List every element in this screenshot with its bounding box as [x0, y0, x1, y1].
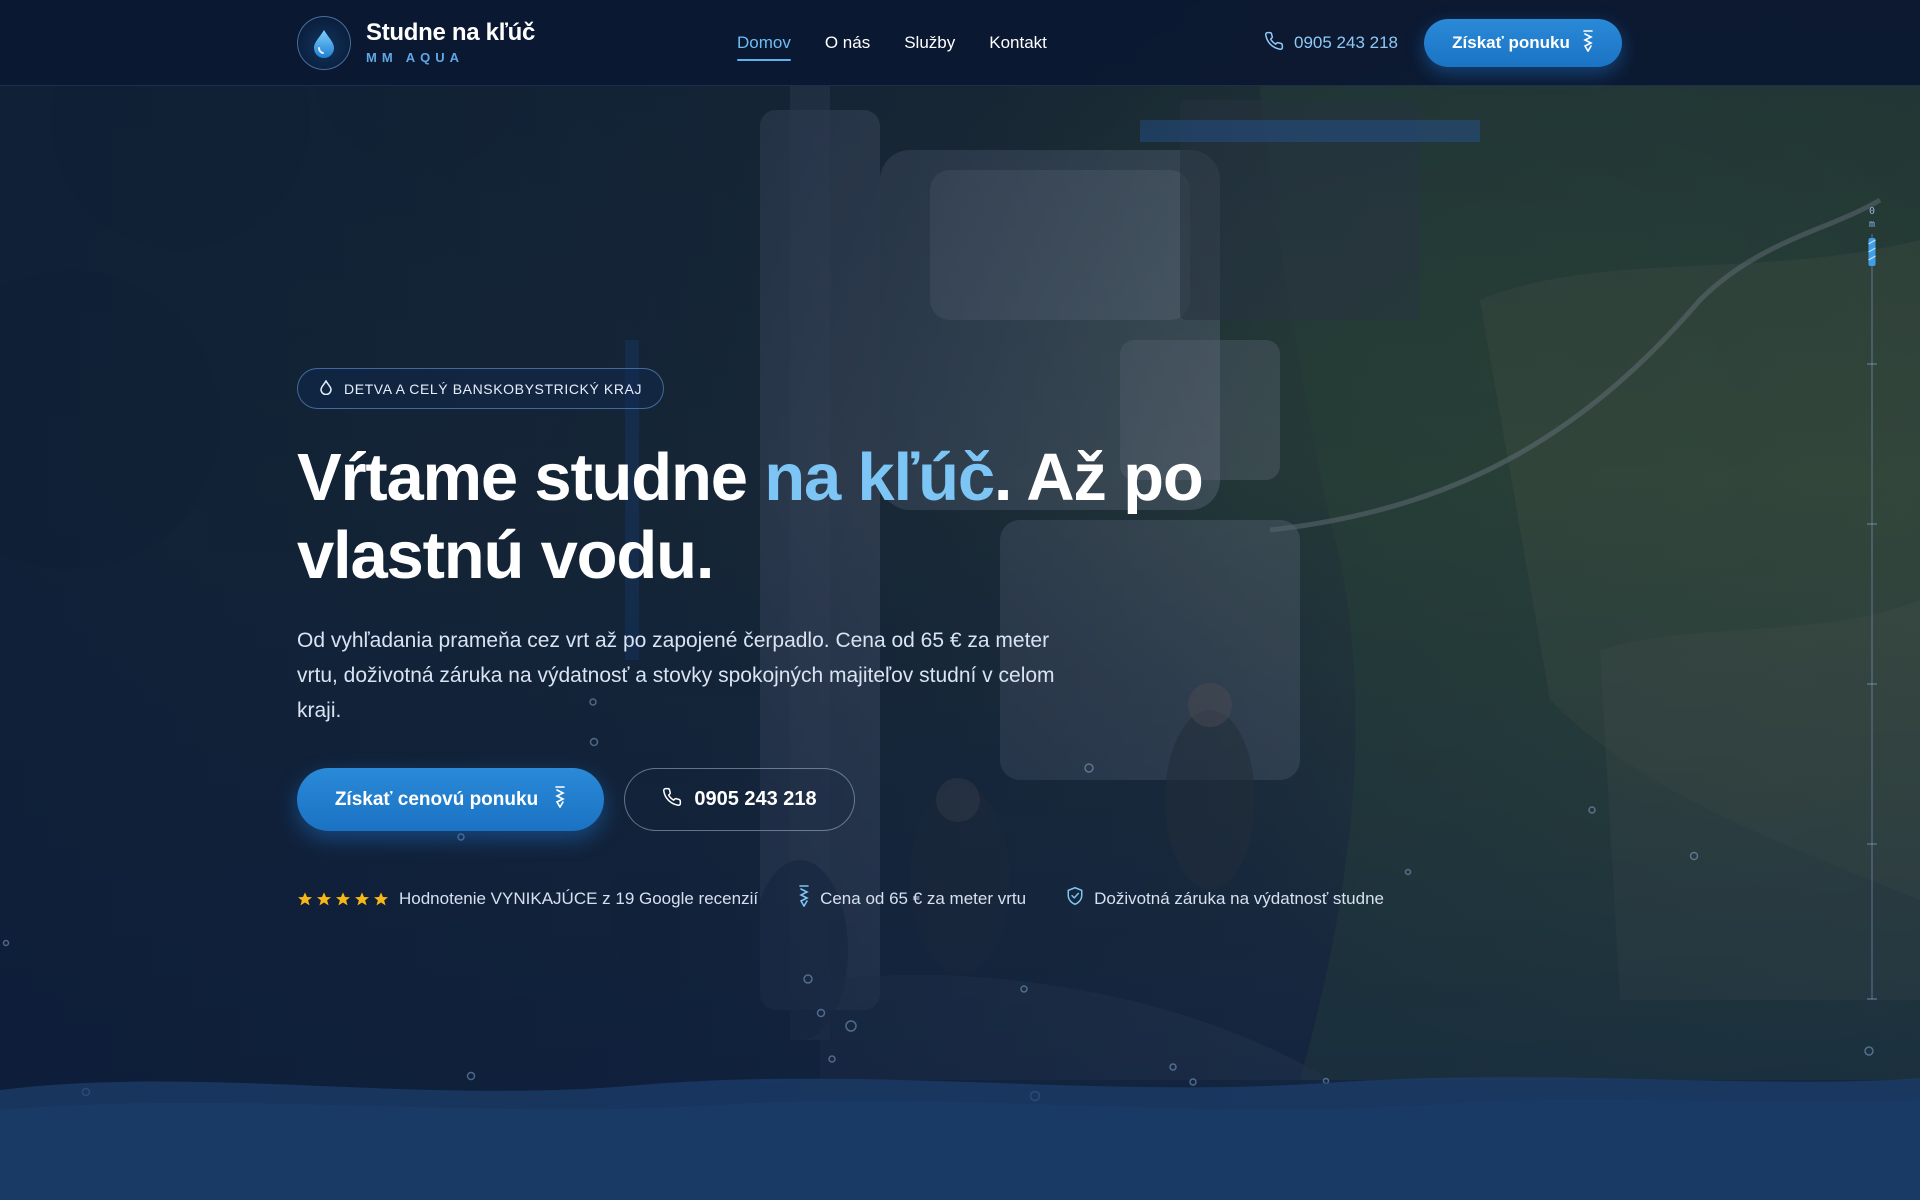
star-icon: [374, 891, 388, 905]
water-wave-divider: [0, 1077, 1920, 1200]
rating-text: Hodnotenie VYNIKAJÚCE z 19 Google recenz…: [399, 888, 759, 908]
drill-bit-icon: [554, 785, 566, 814]
star-icon: [298, 891, 312, 905]
warranty-text: Doživotná záruka na výdatnosť studne: [1094, 888, 1384, 908]
secondary-cta-label: 0905 243 218: [694, 788, 817, 810]
trust-price: Cena od 65 € za meter vrtu: [798, 885, 1026, 912]
header-phone-number: 0905 243 218: [1294, 33, 1398, 52]
hero-lead-text: Od vyhľadania prameňa cez vrt až po zapo…: [297, 629, 1055, 722]
logo-link[interactable]: Studne na kľúč MM AQUA: [297, 16, 535, 70]
nav-item-sluzby[interactable]: Služby: [904, 25, 955, 61]
region-badge-text: DETVA A CELÝ BANSKOBYSTRICKÝ KRAJ: [344, 380, 643, 397]
drill-bit-icon: [798, 885, 810, 912]
depth-gauge-label-unit: m: [1869, 219, 1875, 230]
phone-icon: [1264, 31, 1284, 56]
get-price-offer-button[interactable]: Získať cenovú ponuku: [297, 768, 604, 831]
water-drop-icon: [320, 378, 332, 398]
brand-title: Studne na kľúč: [366, 19, 536, 46]
hero-headline: Vŕtame studne na kľúč. Až po vlastnú vod…: [297, 439, 1217, 595]
logo-text: Studne na kľúč MM AQUA: [366, 19, 535, 67]
trust-bar: Hodnotenie VYNIKAJÚCE z 19 Google recenz…: [297, 885, 1384, 912]
rating-stars: [297, 891, 389, 907]
depth-gauge: 0 m: [1862, 204, 1882, 1004]
shield-check-icon: [1066, 886, 1084, 911]
header-get-offer-button[interactable]: Získať ponuku: [1424, 19, 1622, 67]
nav-item-domov[interactable]: Domov: [737, 25, 791, 61]
headline-part-1: Vŕtame studne: [297, 440, 765, 515]
call-phone-button[interactable]: 0905 243 218: [624, 768, 855, 831]
star-icon: [336, 891, 350, 905]
header-cta-label: Získať ponuku: [1452, 33, 1570, 52]
site-header: Studne na kľúč MM AQUA Domov O nás Služb…: [0, 0, 1920, 86]
headline-accent: na kľúč: [764, 440, 995, 515]
hero-section: DETVA A CELÝ BANSKOBYSTRICKÝ KRAJ Vŕtame…: [297, 368, 1384, 912]
star-icon: [317, 891, 331, 905]
trust-rating: Hodnotenie VYNIKAJÚCE z 19 Google recenz…: [297, 889, 758, 909]
nav-item-o-nas[interactable]: O nás: [825, 25, 870, 61]
star-icon: [355, 891, 369, 905]
hero-cta-row: Získať cenovú ponuku 0905 243 218: [297, 768, 1384, 831]
depth-gauge-label-top: 0: [1869, 206, 1875, 217]
primary-cta-label: Získať cenovú ponuku: [334, 788, 539, 810]
price-text: Cena od 65 € za meter vrtu: [820, 888, 1027, 908]
main-nav: Domov O nás Služby Kontakt: [737, 0, 1047, 86]
trust-warranty: Doživotná záruka na výdatnosť studne: [1066, 886, 1384, 911]
header-phone-link[interactable]: 0905 243 218: [1264, 26, 1398, 60]
drill-bit-icon: [1582, 29, 1594, 57]
region-badge: DETVA A CELÝ BANSKOBYSTRICKÝ KRAJ: [297, 368, 665, 409]
nav-item-kontakt[interactable]: Kontakt: [989, 25, 1047, 61]
brand-subtitle: MM AQUA: [366, 50, 465, 65]
phone-icon: [662, 787, 682, 813]
water-drop-icon: [297, 16, 351, 70]
